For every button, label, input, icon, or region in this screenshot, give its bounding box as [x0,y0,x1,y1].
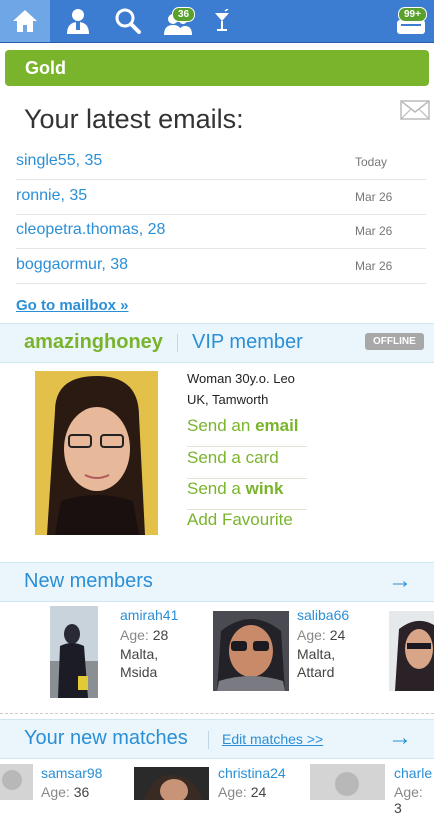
send-email-button[interactable]: Send an email [187,416,307,447]
cocktail-icon [215,9,229,31]
email-sender[interactable]: cleopetra.thomas, 28 [16,221,165,239]
match-photo[interactable] [0,764,33,800]
status-badge: OFFLINE [365,333,424,350]
member-age: Age: 24 [297,627,345,643]
member-name[interactable]: amirah41 [120,607,178,623]
membership-bar[interactable]: Gold [5,50,429,86]
send-wink-bold: wink [245,479,284,498]
age-label: Age: [297,627,326,643]
membership-label: Gold [25,58,66,78]
top-nav-bar: 36 99+ [0,0,434,43]
send-card-label: Send a card [187,448,279,467]
email-row[interactable]: ronnie, 35 Mar 26 [16,180,426,215]
envelope-icon[interactable] [400,100,430,120]
edit-matches-link[interactable]: Edit matches >> [222,731,323,747]
vip-details-line2: UK, Tamworth [187,392,269,407]
member-photo-image [213,611,289,691]
member-photo-image [50,606,98,698]
home-icon [13,10,37,32]
search-button[interactable] [108,0,148,42]
email-date: Mar 26 [355,224,393,238]
avatar-placeholder-icon [335,772,359,796]
divider [208,731,209,749]
email-row[interactable]: cleopetra.thomas, 28 Mar 26 [16,214,426,249]
member-city-line1: Malta, [120,646,159,662]
new-matches-header: Your new matches Edit matches >> → [0,719,434,759]
profile-icon [67,9,89,34]
match-name[interactable]: christina24 [218,765,286,781]
match-name[interactable]: samsar98 [41,765,102,781]
match-photo-image [134,767,209,800]
age-label: Age: [41,784,70,800]
avatar-placeholder-icon [2,770,22,790]
cocktail-button[interactable] [208,0,236,42]
visitors-badge: 36 [172,7,196,22]
member-age: Age: 28 [120,627,168,643]
member-photo[interactable] [213,611,289,691]
new-members-title: New members [24,570,153,592]
new-members-header: New members → [0,562,434,602]
age-label: Age: [394,784,423,800]
match-age: Age: 36 [41,784,89,800]
member-city-line1: Malta, [297,646,336,662]
profile-button[interactable] [58,0,98,42]
vip-header: amazinghoney VIP member OFFLINE [0,323,434,363]
send-email-bold: email [255,416,299,435]
age-value: 24 [250,784,267,800]
match-age: Age: 24 [218,784,266,800]
send-wink-prefix: Send a [187,479,246,498]
age-value: 24 [329,627,346,643]
email-sender[interactable]: boggaormur, 38 [16,256,128,274]
emails-title: Your latest emails: [24,104,244,134]
messages-button[interactable]: 99+ [392,0,430,42]
divider [177,334,178,352]
match-photo[interactable] [134,767,209,800]
vip-details-line1: Woman 30y.o. Leo [187,371,295,386]
age-label: Age: [218,784,247,800]
vip-photo[interactable] [35,371,158,535]
vip-username[interactable]: amazinghoney [24,331,163,354]
add-favourite-button[interactable]: Add Favourite [187,510,307,540]
member-name[interactable]: saliba66 [297,607,349,623]
email-date: Today [355,155,388,169]
match-name[interactable]: charle [394,765,432,781]
go-to-mailbox-link[interactable]: Go to mailbox » [16,297,129,314]
search-icon [115,8,141,34]
messages-badge: 99+ [398,7,427,22]
age-label: Age: [120,627,149,643]
email-sender[interactable]: single55, 35 [16,152,102,170]
member-city-line2: Msida [120,664,158,680]
vip-label: VIP member [192,331,303,353]
member-photo[interactable] [50,606,98,698]
visitors-button[interactable]: 36 [158,0,198,42]
age-value: 3 [394,800,402,816]
new-matches-title: Your new matches [24,727,188,749]
new-matches-arrow[interactable]: → [388,724,412,752]
vip-photo-image [35,371,158,535]
email-row[interactable]: single55, 35 Today [16,145,426,180]
member-photo-image [389,611,434,691]
email-date: Mar 26 [355,259,393,273]
home-button[interactable] [0,0,50,42]
new-members-arrow[interactable]: → [388,567,412,595]
email-row[interactable]: boggaormur, 38 Mar 26 [16,249,426,284]
age-value: 28 [152,627,169,643]
send-wink-button[interactable]: Send a wink [187,479,307,510]
age-value: 36 [73,784,90,800]
member-city-line2: Attard [297,664,335,680]
send-email-prefix: Send an [187,416,256,435]
divider [0,713,434,714]
email-sender[interactable]: ronnie, 35 [16,187,87,205]
add-favourite-label: Add Favourite [187,510,293,529]
email-date: Mar 26 [355,190,393,204]
send-card-button[interactable]: Send a card [187,448,307,479]
member-photo[interactable] [389,611,434,691]
match-photo[interactable] [310,764,385,800]
match-age: Age: 3 [394,784,434,816]
